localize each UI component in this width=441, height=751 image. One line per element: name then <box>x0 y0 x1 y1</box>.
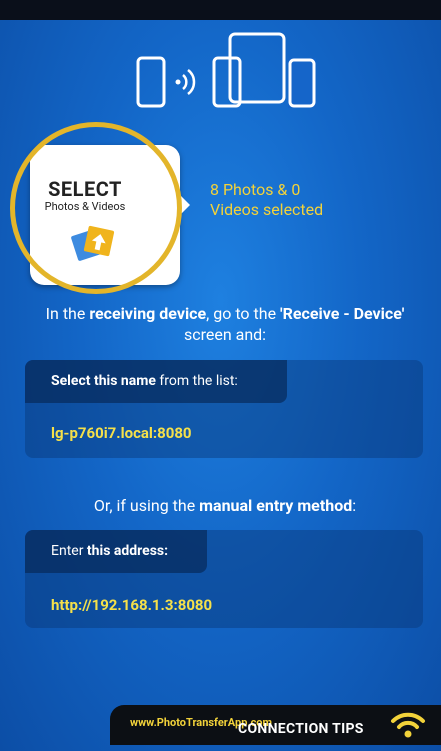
device-name-panel: Select this name from the list: lg-p760i… <box>25 360 423 458</box>
wifi-icon[interactable] <box>390 710 426 740</box>
instruction-text: screen and: <box>183 325 267 344</box>
connection-tips-button[interactable]: CONNECTION TIPS <box>238 721 364 737</box>
device-name-value: lg-p760i7.local:8080 <box>51 424 192 442</box>
instruction-text: Or, if using the <box>93 496 200 515</box>
instruction-text: In the <box>45 304 90 323</box>
upload-photos-icon <box>71 225 115 261</box>
devices-illustration-icon <box>136 32 316 108</box>
label-bold: Select this name <box>51 373 156 389</box>
instruction-text: : <box>352 496 357 515</box>
instruction-bold: 'Receive - Device' <box>280 304 405 323</box>
selection-status-line2: Videos selected <box>210 200 324 219</box>
instruction-bold: manual entry method <box>199 496 353 515</box>
selection-status: 8 Photos & 0 Videos selected <box>210 180 400 220</box>
address-value: http://192.168.1.3:8080 <box>51 596 213 614</box>
select-title: SELECT <box>48 177 122 201</box>
instruction-bold: receiving device <box>89 304 207 323</box>
manual-entry-instruction: Or, if using the manual entry method: <box>30 496 420 515</box>
instruction-text: , go to the <box>206 304 281 323</box>
label-bold: this address: <box>86 543 169 559</box>
address-label: Enter this address: <box>25 530 207 573</box>
address-panel: Enter this address: http://192.168.1.3:8… <box>25 530 423 628</box>
device-name-label: Select this name from the list: <box>25 360 287 403</box>
status-bar <box>0 0 441 20</box>
receiving-instruction: In the receiving device, go to the 'Rece… <box>30 303 420 345</box>
select-subtitle: Photos & Videos <box>44 200 126 213</box>
label-rest: from the list: <box>155 373 238 389</box>
label-rest: Enter <box>51 543 87 559</box>
selection-status-line1: 8 Photos & 0 <box>210 180 301 199</box>
